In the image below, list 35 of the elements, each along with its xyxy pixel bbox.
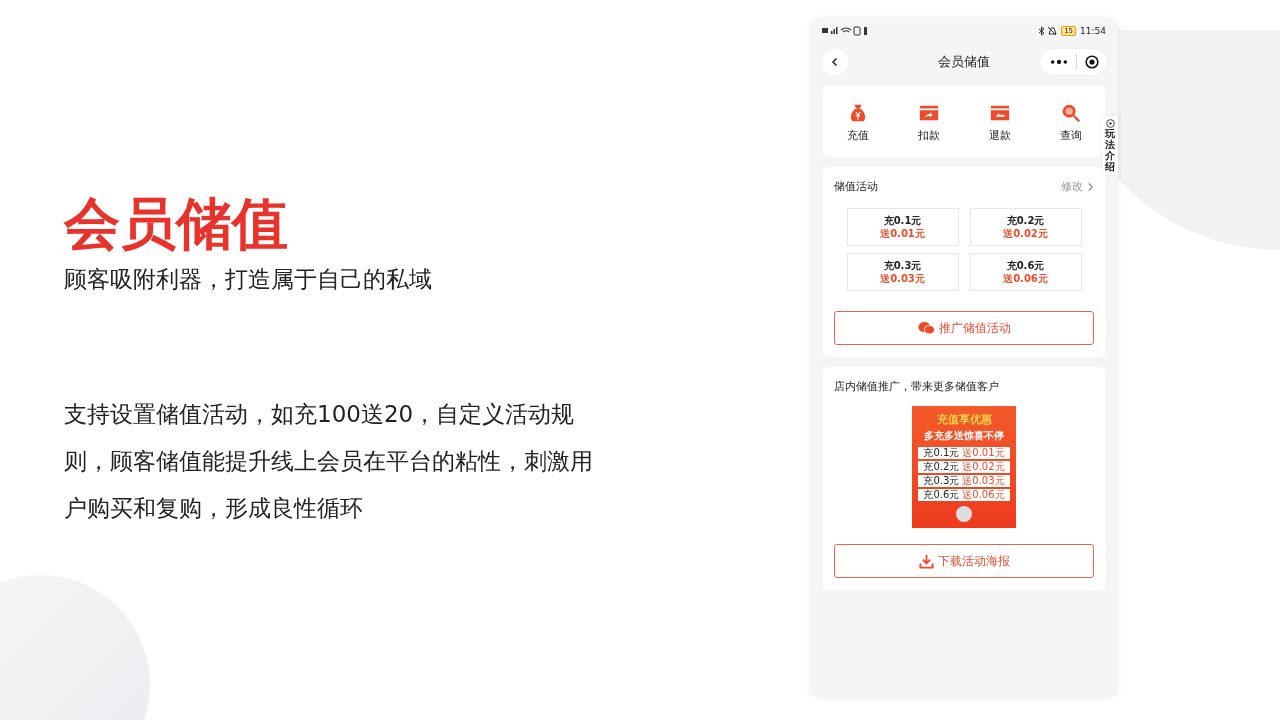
- qr-code-placeholder: [956, 506, 972, 522]
- download-icon: [918, 553, 934, 569]
- capsule-menu[interactable]: [1039, 48, 1108, 76]
- tier-option[interactable]: 充0.3元 送0.03元: [846, 253, 959, 291]
- action-label[interactable]: 扣款: [917, 128, 940, 143]
- action-label[interactable]: 查询: [1059, 128, 1082, 143]
- page-title: 会员储值: [938, 53, 990, 71]
- close-target-icon[interactable]: [1085, 55, 1099, 69]
- action-label[interactable]: 充值: [846, 128, 869, 143]
- download-button[interactable]: 下载活动海报: [834, 544, 1094, 578]
- status-time: 11:54: [1080, 26, 1106, 36]
- slide-title: 会员储值: [64, 190, 289, 258]
- back-button[interactable]: [822, 49, 848, 75]
- chat-bubbles-icon: [917, 321, 935, 335]
- bluetooth-mute-icons: [1037, 26, 1058, 36]
- action-label[interactable]: 退款: [988, 128, 1011, 143]
- slide-subtitle: 顾客吸附利器，打造属于自己的私域: [64, 265, 433, 294]
- tier-option[interactable]: 充0.1元 送0.01元: [846, 208, 959, 246]
- play-icon: [1105, 119, 1115, 128]
- poster-row: 充0.1元 送0.01元: [918, 447, 1010, 459]
- section-title: 储值活动: [834, 179, 879, 194]
- poster-row: 充0.6元 送0.06元: [918, 489, 1010, 501]
- more-icon[interactable]: [1050, 59, 1068, 65]
- chevron-right-icon[interactable]: [1087, 181, 1094, 192]
- poster-row: 充0.3元 送0.03元: [918, 475, 1010, 487]
- poster-row: 充0.2元 送0.02元: [918, 461, 1010, 473]
- tier-option[interactable]: 充0.2元 送0.02元: [969, 208, 1082, 246]
- poster-headline: 充值享优惠: [936, 412, 992, 427]
- section-title: 店内储值推广，带来更多储值客户: [834, 379, 1000, 394]
- poster-subheadline: 多充多送惊喜不停: [924, 429, 1004, 443]
- side-tab[interactable]: 玩法介绍: [1102, 116, 1118, 175]
- promote-button[interactable]: 推广储值活动: [834, 311, 1094, 345]
- chevron-left-icon[interactable]: [830, 57, 840, 67]
- tier-option[interactable]: 充0.6元 送0.06元: [969, 253, 1082, 291]
- slide-paragraph: 支持设置储值活动，如充100送20，自定义活动规则，顾客储值能提升线上会员在平台的粘性，刺激用户购买和复购，形成良性循环: [64, 400, 594, 523]
